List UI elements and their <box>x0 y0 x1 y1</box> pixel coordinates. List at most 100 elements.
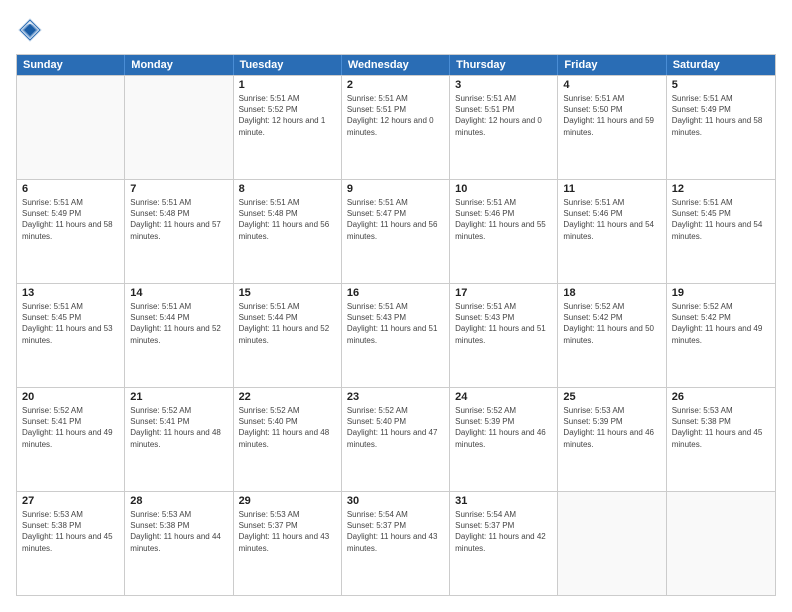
day-info: Sunrise: 5:51 AM Sunset: 5:47 PM Dayligh… <box>347 197 444 242</box>
day-info: Sunrise: 5:51 AM Sunset: 5:45 PM Dayligh… <box>22 301 119 346</box>
calendar-day-26: 26Sunrise: 5:53 AM Sunset: 5:38 PM Dayli… <box>667 388 775 491</box>
day-info: Sunrise: 5:53 AM Sunset: 5:37 PM Dayligh… <box>239 509 336 554</box>
calendar-day-29: 29 Sunrise: 5:53 AM Sunset: 5:37 PM Dayli… <box>234 492 342 595</box>
calendar-day-11: 11Sunrise: 5:51 AM Sunset: 5:46 PM Dayli… <box>558 180 666 283</box>
day-number: 17 <box>455 287 552 299</box>
day-info: Sunrise: 5:51 AM Sunset: 5:49 PM Dayligh… <box>22 197 119 242</box>
calendar-day-28: 28Sunrise: 5:53 AM Sunset: 5:38 PM Dayli… <box>125 492 233 595</box>
day-info: Sunrise: 5:51 AM Sunset: 5:46 PM Dayligh… <box>563 197 660 242</box>
calendar-day-13: 13 Sunrise: 5:51 AM Sunset: 5:45 PM Dayli… <box>17 284 125 387</box>
day-info: Sunrise: 5:51 AM Sunset: 5:43 PM Dayligh… <box>455 301 552 346</box>
calendar-day-9: 9 Sunrise: 5:51 AM Sunset: 5:47 PM Daylig… <box>342 180 450 283</box>
calendar: SundayMondayTuesdayWednesdayThursdayFrid… <box>16 54 776 596</box>
day-number: 10 <box>455 183 552 195</box>
day-number: 29 <box>239 495 336 507</box>
day-number: 2 <box>347 79 444 91</box>
day-number: 15 <box>239 287 336 299</box>
day-info: Sunrise: 5:51 AM Sunset: 5:44 PM Dayligh… <box>130 301 227 346</box>
day-number: 31 <box>455 495 552 507</box>
day-number: 27 <box>22 495 119 507</box>
calendar-day-22: 22Sunrise: 5:52 AM Sunset: 5:40 PM Dayli… <box>234 388 342 491</box>
header <box>16 16 776 44</box>
day-info: Sunrise: 5:53 AM Sunset: 5:38 PM Dayligh… <box>130 509 227 554</box>
calendar-day-18: 18 Sunrise: 5:52 AM Sunset: 5:42 PM Dayli… <box>558 284 666 387</box>
calendar-day-10: 10 Sunrise: 5:51 AM Sunset: 5:46 PM Dayli… <box>450 180 558 283</box>
day-number: 24 <box>455 391 552 403</box>
calendar-empty-cell <box>17 76 125 179</box>
calendar-empty-cell <box>558 492 666 595</box>
day-number: 12 <box>672 183 770 195</box>
day-info: Sunrise: 5:54 AM Sunset: 5:37 PM Dayligh… <box>347 509 444 554</box>
day-info: Sunrise: 5:51 AM Sunset: 5:50 PM Dayligh… <box>563 93 660 138</box>
calendar-day-23: 23 Sunrise: 5:52 AM Sunset: 5:40 PM Dayli… <box>342 388 450 491</box>
calendar-day-15: 15 Sunrise: 5:51 AM Sunset: 5:44 PM Dayli… <box>234 284 342 387</box>
day-number: 18 <box>563 287 660 299</box>
calendar-row-3: 13 Sunrise: 5:51 AM Sunset: 5:45 PM Dayli… <box>17 283 775 387</box>
day-info: Sunrise: 5:53 AM Sunset: 5:39 PM Dayligh… <box>563 405 660 450</box>
day-info: Sunrise: 5:52 AM Sunset: 5:39 PM Dayligh… <box>455 405 552 450</box>
header-day-tuesday: Tuesday <box>234 55 342 75</box>
calendar-header: SundayMondayTuesdayWednesdayThursdayFrid… <box>17 55 775 75</box>
calendar-day-4: 4 Sunrise: 5:51 AM Sunset: 5:50 PM Daylig… <box>558 76 666 179</box>
calendar-row-1: 1Sunrise: 5:51 AM Sunset: 5:52 PM Daylig… <box>17 75 775 179</box>
day-info: Sunrise: 5:52 AM Sunset: 5:41 PM Dayligh… <box>130 405 227 450</box>
calendar-row-5: 27 Sunrise: 5:53 AM Sunset: 5:38 PM Dayli… <box>17 491 775 595</box>
day-number: 13 <box>22 287 119 299</box>
calendar-row-4: 20 Sunrise: 5:52 AM Sunset: 5:41 PM Dayli… <box>17 387 775 491</box>
day-info: Sunrise: 5:52 AM Sunset: 5:42 PM Dayligh… <box>672 301 770 346</box>
calendar-day-14: 14 Sunrise: 5:51 AM Sunset: 5:44 PM Dayli… <box>125 284 233 387</box>
day-info: Sunrise: 5:51 AM Sunset: 5:46 PM Dayligh… <box>455 197 552 242</box>
header-day-monday: Monday <box>125 55 233 75</box>
day-number: 14 <box>130 287 227 299</box>
calendar-day-20: 20 Sunrise: 5:52 AM Sunset: 5:41 PM Dayli… <box>17 388 125 491</box>
day-number: 22 <box>239 391 336 403</box>
day-info: Sunrise: 5:51 AM Sunset: 5:43 PM Dayligh… <box>347 301 444 346</box>
header-day-thursday: Thursday <box>450 55 558 75</box>
calendar-day-1: 1Sunrise: 5:51 AM Sunset: 5:52 PM Daylig… <box>234 76 342 179</box>
calendar-day-12: 12 Sunrise: 5:51 AM Sunset: 5:45 PM Dayli… <box>667 180 775 283</box>
day-info: Sunrise: 5:52 AM Sunset: 5:40 PM Dayligh… <box>347 405 444 450</box>
logo-icon <box>16 16 44 44</box>
day-info: Sunrise: 5:51 AM Sunset: 5:48 PM Dayligh… <box>239 197 336 242</box>
header-day-wednesday: Wednesday <box>342 55 450 75</box>
header-day-sunday: Sunday <box>17 55 125 75</box>
calendar-day-27: 27 Sunrise: 5:53 AM Sunset: 5:38 PM Dayli… <box>17 492 125 595</box>
calendar-day-7: 7 Sunrise: 5:51 AM Sunset: 5:48 PM Daylig… <box>125 180 233 283</box>
day-info: Sunrise: 5:51 AM Sunset: 5:48 PM Dayligh… <box>130 197 227 242</box>
calendar-day-2: 2Sunrise: 5:51 AM Sunset: 5:51 PM Daylig… <box>342 76 450 179</box>
day-number: 8 <box>239 183 336 195</box>
day-number: 6 <box>22 183 119 195</box>
day-number: 25 <box>563 391 660 403</box>
day-number: 20 <box>22 391 119 403</box>
calendar-empty-cell <box>125 76 233 179</box>
calendar-empty-cell <box>667 492 775 595</box>
calendar-day-17: 17 Sunrise: 5:51 AM Sunset: 5:43 PM Dayli… <box>450 284 558 387</box>
calendar-day-21: 21 Sunrise: 5:52 AM Sunset: 5:41 PM Dayli… <box>125 388 233 491</box>
calendar-day-16: 16 Sunrise: 5:51 AM Sunset: 5:43 PM Dayli… <box>342 284 450 387</box>
day-info: Sunrise: 5:51 AM Sunset: 5:45 PM Dayligh… <box>672 197 770 242</box>
day-info: Sunrise: 5:52 AM Sunset: 5:41 PM Dayligh… <box>22 405 119 450</box>
calendar-day-3: 3Sunrise: 5:51 AM Sunset: 5:51 PM Daylig… <box>450 76 558 179</box>
day-info: Sunrise: 5:53 AM Sunset: 5:38 PM Dayligh… <box>22 509 119 554</box>
day-info: Sunrise: 5:51 AM Sunset: 5:44 PM Dayligh… <box>239 301 336 346</box>
calendar-day-24: 24 Sunrise: 5:52 AM Sunset: 5:39 PM Dayli… <box>450 388 558 491</box>
calendar-day-30: 30 Sunrise: 5:54 AM Sunset: 5:37 PM Dayli… <box>342 492 450 595</box>
day-number: 21 <box>130 391 227 403</box>
logo <box>16 16 48 44</box>
calendar-day-6: 6 Sunrise: 5:51 AM Sunset: 5:49 PM Daylig… <box>17 180 125 283</box>
day-info: Sunrise: 5:51 AM Sunset: 5:51 PM Dayligh… <box>455 93 552 138</box>
day-number: 7 <box>130 183 227 195</box>
calendar-row-2: 6 Sunrise: 5:51 AM Sunset: 5:49 PM Daylig… <box>17 179 775 283</box>
day-number: 30 <box>347 495 444 507</box>
page: SundayMondayTuesdayWednesdayThursdayFrid… <box>0 0 792 612</box>
day-number: 1 <box>239 79 336 91</box>
day-info: Sunrise: 5:52 AM Sunset: 5:42 PM Dayligh… <box>563 301 660 346</box>
day-number: 9 <box>347 183 444 195</box>
calendar-day-8: 8 Sunrise: 5:51 AM Sunset: 5:48 PM Daylig… <box>234 180 342 283</box>
day-number: 16 <box>347 287 444 299</box>
day-number: 23 <box>347 391 444 403</box>
day-number: 4 <box>563 79 660 91</box>
calendar-day-19: 19Sunrise: 5:52 AM Sunset: 5:42 PM Dayli… <box>667 284 775 387</box>
day-number: 5 <box>672 79 770 91</box>
header-day-saturday: Saturday <box>667 55 775 75</box>
